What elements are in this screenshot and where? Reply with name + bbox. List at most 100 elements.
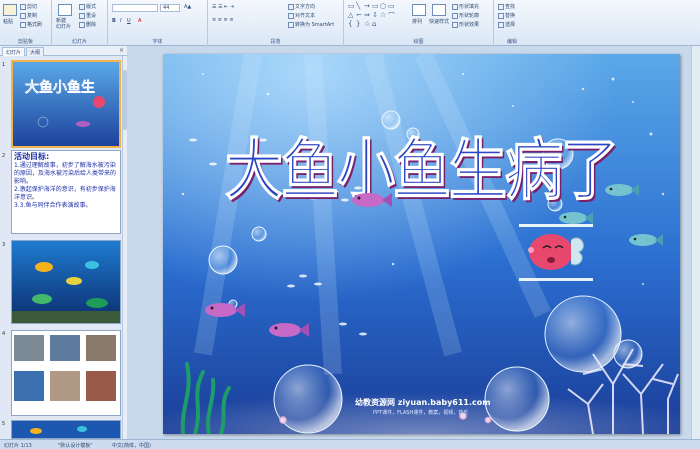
slide-2-goals: 活动目标: 1.通过理解故事，初步了解海水被污染的原因，及海水被污染后给人类带来… [14, 153, 120, 210]
outline-icon [452, 12, 458, 19]
paste-button[interactable]: 粘贴 [3, 18, 13, 25]
font-size-box[interactable]: 44 [160, 4, 180, 12]
font-name-box[interactable] [112, 4, 158, 12]
find-button[interactable]: 查找 [498, 3, 515, 10]
format-painter-button[interactable]: 格式刷 [20, 21, 42, 28]
status-bar: 幻灯片 1/13 "默认设计模板" 中文(简体，中国) [0, 439, 700, 449]
slide-count: 幻灯片 1/13 [4, 443, 32, 449]
language: 中文(简体，中国) [112, 443, 151, 449]
underwater-background [163, 54, 680, 434]
copy-label: 复制 [27, 13, 38, 19]
slide-number: 4 [2, 331, 6, 337]
panel-tabs: 幻灯片 大纲 × [0, 46, 127, 56]
binoculars-icon [498, 3, 504, 10]
reset-button[interactable]: 重设 [79, 12, 96, 19]
layout-icon [79, 3, 85, 10]
delete-button[interactable]: 删除 [79, 21, 96, 28]
shape-fill-label: 形状填充 [459, 4, 480, 10]
shape-outline-button[interactable]: 形状轮廓 [452, 12, 479, 19]
smartart-label: 转换为 SmartArt [295, 22, 335, 28]
slide-number: 5 [2, 421, 6, 427]
layout-label: 版式 [86, 4, 97, 10]
editing-group: 查找 替换 选择 编辑 [494, 0, 530, 46]
paste-icon[interactable] [3, 4, 17, 16]
group-label: 绘图 [413, 39, 424, 45]
group-label: 字体 [152, 39, 163, 45]
smartart-button[interactable]: 转换为 SmartArt [288, 21, 334, 28]
close-icon[interactable]: × [119, 47, 124, 54]
slide-thumbnail-1[interactable]: 大鱼小鱼生 [11, 60, 121, 148]
paragraph-group: ☰ ☰ ⇤ ⇥ ≡ ≡ ≡ ≡ 文字方向 对齐文本 转换为 SmartArt 段… [208, 0, 344, 46]
group-label: 剪贴板 [17, 39, 33, 45]
slide-number: 2 [2, 153, 6, 159]
slide-thumbnail-2[interactable]: 活动目标: 1.通过理解故事，初步了解海水被污染的原因，及海水被污染后给人类带来… [11, 150, 121, 234]
replace-label: 替换 [505, 13, 516, 19]
slide-scrollbar[interactable] [691, 46, 700, 439]
tab-slides[interactable]: 幻灯片 [2, 47, 26, 56]
tab-outline[interactable]: 大纲 [26, 47, 45, 56]
grow-font-icon[interactable]: A▲ [184, 4, 191, 10]
font-group: 44 A▲ B I U A 字体 [108, 0, 208, 46]
font-color-icon[interactable]: A [138, 18, 141, 24]
bullets-icon[interactable]: ☰ ☰ ⇤ ⇥ [212, 4, 234, 10]
find-label: 查找 [505, 4, 516, 10]
slide-thumbnail-4[interactable] [11, 330, 121, 416]
watermark-subtitle: PPT课件，FLASH课件，教案，视频，音乐 [373, 410, 469, 416]
drawing-group: ▭ ╲ → ▭ ○ ▭ △ ⌐ ⇒ ⇩ ☆ ⌒ {} ☆ ⌂ 排列 快速样式 形状填充 形状轮廓 形状效… [344, 0, 494, 46]
reset-label: 重设 [86, 13, 97, 19]
thumb-3-art [12, 241, 120, 323]
select-button[interactable]: 选择 [498, 21, 515, 28]
cursor-icon [498, 21, 504, 28]
svg-text:大鱼小鱼生: 大鱼小鱼生 [25, 79, 95, 96]
slide-number: 3 [2, 242, 6, 248]
align-text-label: 对齐文本 [295, 13, 316, 19]
slides-group: 新建 幻灯片 版式 重设 删除 幻灯片 [52, 0, 108, 46]
group-label: 段落 [270, 39, 281, 45]
shape-effects-button[interactable]: 形状效果 [452, 21, 479, 28]
ribbon: 粘贴 剪切 复制 格式刷 剪贴板 新建 幻灯片 版式 重设 删除 幻灯片 44 … [0, 0, 700, 46]
underline-button[interactable]: U [127, 18, 131, 24]
goal-line: 2.激起保护海洋的意识，有初步保护海洋意识。 [14, 186, 116, 201]
shapes-gallery[interactable]: ▭ ╲ → ▭ ○ ▭ △ ⌐ ⇒ ⇩ ☆ ⌒ {} ☆ ⌂ [348, 2, 406, 30]
copy-button[interactable]: 复制 [20, 12, 37, 19]
quick-styles-icon[interactable] [432, 4, 446, 16]
arrange-button[interactable]: 排列 [412, 18, 422, 25]
align-text-button[interactable]: 对齐文本 [288, 12, 315, 19]
smartart-icon [288, 21, 294, 28]
cut-button[interactable]: 剪切 [20, 3, 37, 10]
new-slide-icon[interactable] [58, 4, 72, 16]
scissors-icon [20, 3, 26, 10]
italic-button[interactable]: I [120, 18, 121, 24]
quick-styles-button[interactable]: 快速样式 [429, 18, 449, 25]
slide-thumbnail-5[interactable] [11, 420, 121, 439]
slides-panel: 幻灯片 大纲 × 1 大鱼小鱼生 2 活动目标: 1.通过理解故事，初步了解海水… [0, 46, 127, 439]
theme-name: "默认设计模板" [58, 443, 93, 449]
cut-label: 剪切 [27, 4, 38, 10]
fill-icon [452, 3, 458, 10]
shape-effects-label: 形状效果 [459, 22, 480, 28]
bold-button[interactable]: B [112, 18, 116, 24]
thumb-5-art [12, 421, 120, 438]
brush-icon [20, 21, 26, 28]
scrollbar-thumb[interactable] [123, 70, 127, 130]
panel-scrollbar[interactable] [122, 56, 127, 439]
replace-button[interactable]: 替换 [498, 12, 515, 19]
slide-thumbnail-3[interactable] [11, 240, 121, 324]
goal-heading: 活动目标: [14, 152, 50, 161]
select-label: 选择 [505, 22, 516, 28]
replace-icon [498, 12, 504, 19]
align-text-icon [288, 12, 294, 19]
clipboard-group: 粘贴 剪切 复制 格式刷 剪贴板 [0, 0, 52, 46]
goal-line: 1.通过理解故事，初步了解海水被污染的原因，及海水被污染后给人类带来的影响。 [14, 162, 117, 185]
current-slide[interactable]: 大鱼小鱼生病了 幼教资源网 ziyuan.baby611.com PPT课件，F… [163, 54, 680, 434]
new-slide-button[interactable]: 新建 幻灯片 [56, 18, 71, 30]
group-label: 幻灯片 [71, 39, 87, 45]
align-icon[interactable]: ≡ ≡ ≡ ≡ [212, 17, 234, 23]
text-direction-button[interactable]: 文字方向 [288, 3, 315, 10]
shape-fill-button[interactable]: 形状填充 [452, 3, 479, 10]
copy-icon [20, 12, 26, 19]
slide-title[interactable]: 大鱼小鱼生病了 [224, 116, 619, 213]
arrange-icon[interactable] [412, 4, 426, 16]
delete-label: 删除 [86, 22, 97, 28]
layout-button[interactable]: 版式 [79, 3, 96, 10]
